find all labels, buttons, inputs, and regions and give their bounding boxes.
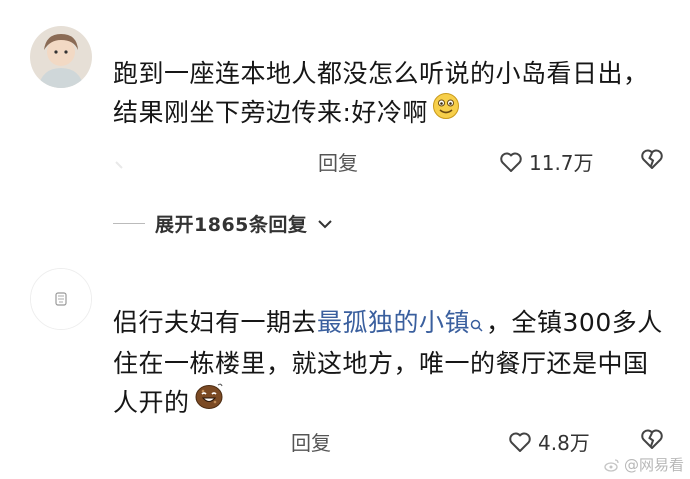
- watermark: @网易看: [604, 454, 684, 475]
- divider: [113, 223, 145, 224]
- broken-heart-icon: [641, 429, 663, 449]
- chevron-down-icon: [318, 219, 333, 228]
- broken-heart-icon: [641, 149, 663, 169]
- expand-replies-button[interactable]: 展开1865条回复: [113, 210, 333, 237]
- comment-actions: 回复 4.8万: [0, 424, 690, 458]
- sketch-avatar-icon: [31, 269, 91, 329]
- dislike-button[interactable]: [640, 428, 664, 454]
- user-photo-avatar-icon: [30, 26, 92, 88]
- comment-actions: 回复 11.7万: [0, 144, 690, 178]
- search-icon: [470, 305, 484, 344]
- comment-text: 跑到一座连本地人都没怎么听说的小岛看日出，结果刚坐下旁边传来:好冷啊: [113, 54, 673, 132]
- topic-link-label: 最孤独的小镇: [317, 308, 471, 337]
- like-count: 4.8万: [538, 431, 590, 455]
- comment-body-start: 侣行夫妇有一期去: [113, 308, 318, 337]
- like-button[interactable]: 4.8万: [508, 427, 590, 456]
- avatar[interactable]: [30, 268, 92, 330]
- topic-link[interactable]: 最孤独的小镇: [317, 308, 486, 337]
- reply-button[interactable]: 回复: [291, 427, 331, 456]
- weibo-logo-icon: [604, 458, 619, 472]
- like-count: 11.7万: [529, 151, 594, 175]
- cold-face-emoji-icon: [432, 92, 460, 131]
- comment-body: 跑到一座连本地人都没怎么听说的小岛看日出，结果刚坐下旁边传来:好冷啊: [113, 59, 649, 127]
- dislike-button[interactable]: [640, 148, 664, 174]
- expand-replies-label: 展开1865条回复: [155, 214, 308, 236]
- reply-button[interactable]: 回复: [318, 147, 358, 176]
- comment-text: 侣行夫妇有一期去最孤独的小镇 ，全镇300多人住在一栋楼里，就这地方，唯一的餐厅还…: [113, 303, 673, 422]
- like-button[interactable]: 11.7万: [499, 147, 594, 176]
- watermark-text: @网易看: [623, 456, 684, 474]
- laughing-cookie-emoji-icon: [194, 382, 224, 421]
- heart-icon: [500, 152, 522, 172]
- faint-reply-icon: [115, 161, 123, 169]
- heart-icon: [509, 432, 531, 452]
- avatar[interactable]: [30, 26, 92, 88]
